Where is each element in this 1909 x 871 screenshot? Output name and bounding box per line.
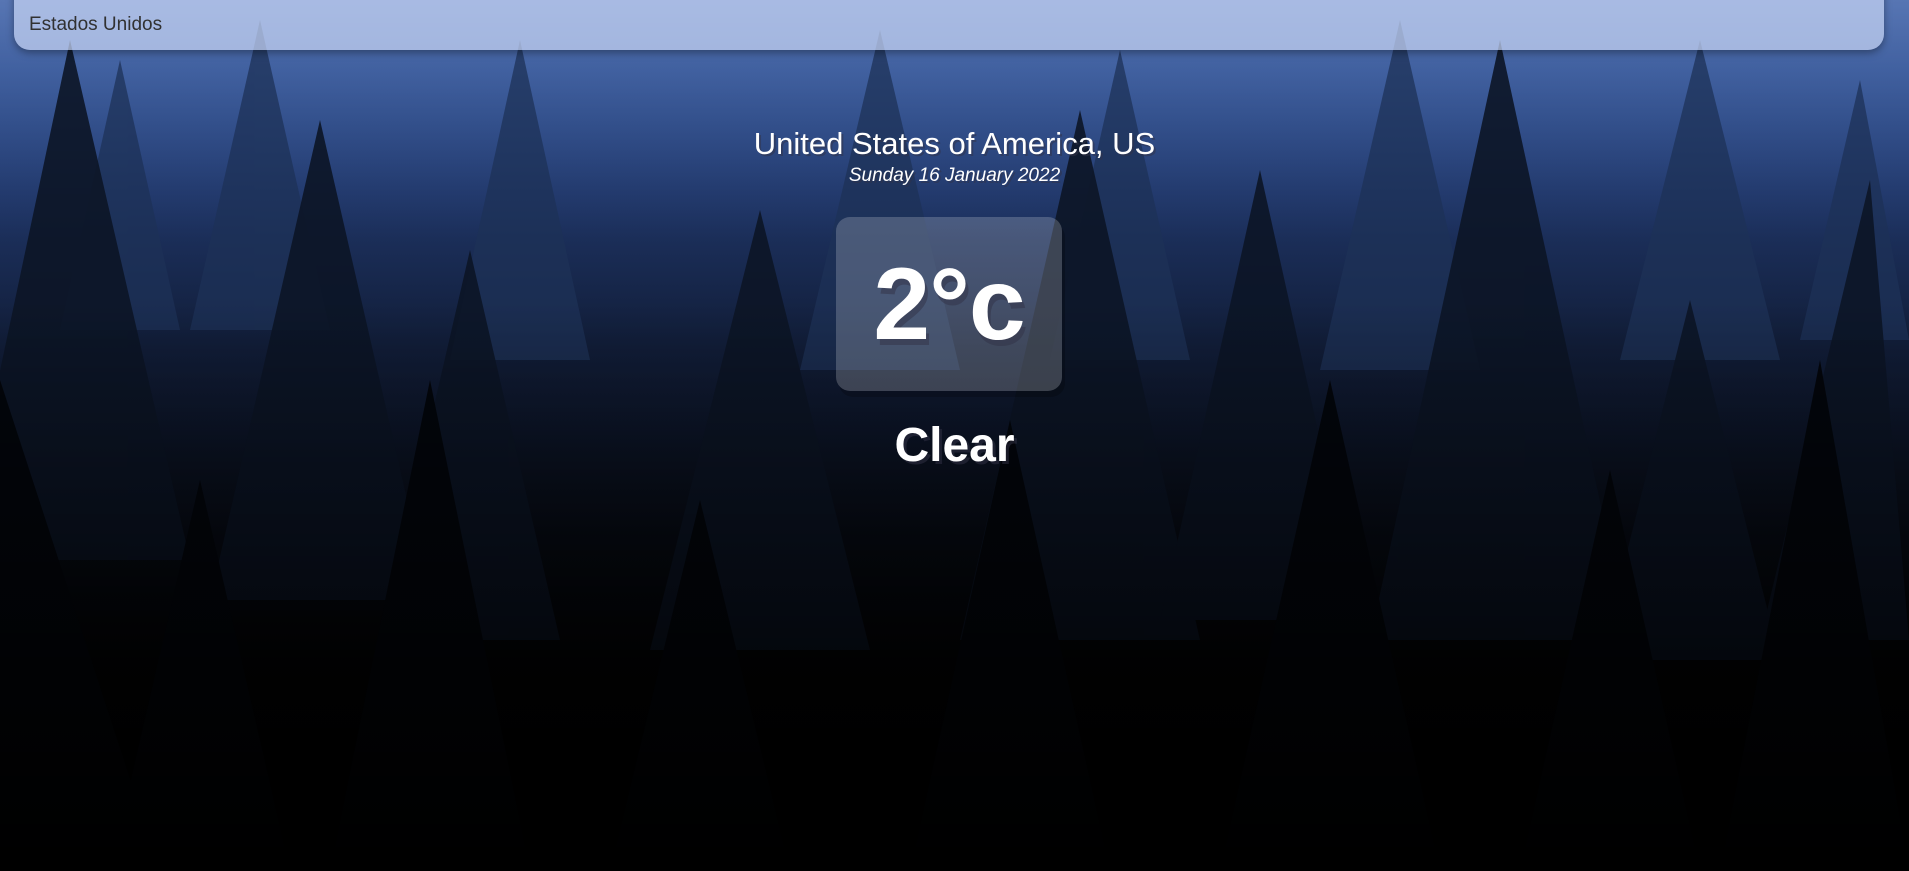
temperature-display: 2°c — [836, 217, 1062, 391]
location-name: United States of America, US — [753, 126, 1156, 161]
date-label: Sunday 16 January 2022 — [848, 165, 1061, 186]
weather-app: United States of America, US Sunday 16 J… — [0, 0, 1909, 871]
location-box: United States of America, US Sunday 16 J… — [0, 124, 1909, 188]
weather-condition: Clear — [894, 419, 1015, 472]
search-input[interactable] — [14, 0, 1884, 50]
